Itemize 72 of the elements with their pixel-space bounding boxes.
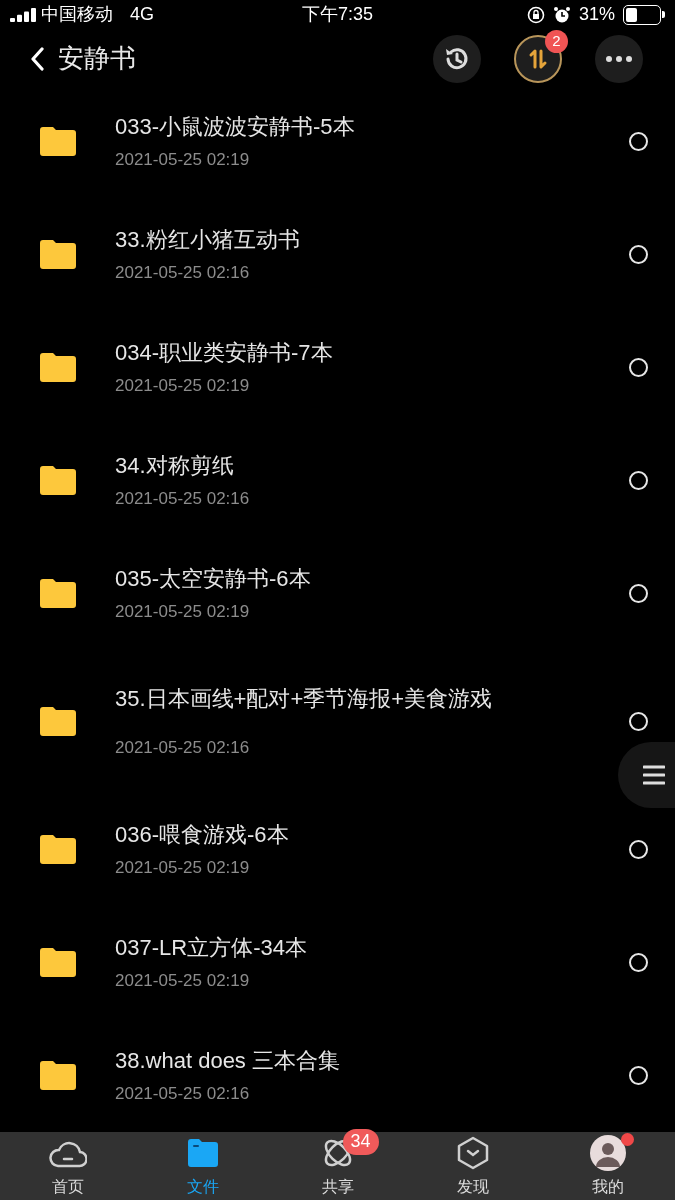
folder-name: 33.粉红小猪互动书 — [115, 226, 301, 254]
folder-name: 34.对称剪纸 — [115, 452, 235, 480]
folder-name: 035-太空安静书-6本 — [115, 565, 312, 593]
transfer-icon — [527, 47, 549, 70]
modified-date: 2021-05-25 02:19 — [115, 149, 251, 171]
alarm-icon — [552, 5, 571, 24]
folder-name: 034-职业类安静书-7本 — [115, 339, 334, 367]
transfer-button[interactable] — [514, 34, 562, 83]
tab-item[interactable]: 发现 — [405, 1131, 540, 1200]
folder-icon — [40, 578, 76, 609]
file-row[interactable]: 037-LR立方体-34本 2021-05-25 02:19 — [0, 905, 675, 1019]
modified-date: 2021-05-25 02:19 — [115, 375, 251, 397]
select-checkbox[interactable] — [629, 357, 648, 377]
folder-icon — [40, 706, 76, 737]
modified-date: 2021-05-25 02:16 — [115, 488, 251, 510]
carrier-name: 中国移动 — [41, 3, 113, 26]
tab-item[interactable]: 文件 — [135, 1131, 270, 1200]
file-row[interactable]: 34.对称剪纸 2021-05-25 02:16 — [0, 423, 675, 537]
folder-name: 35.日本画线+配对+季节海报+美食游戏 — [115, 685, 494, 713]
select-checkbox[interactable] — [629, 952, 648, 972]
file-row[interactable]: 33.粉红小猪互动书 2021-05-25 02:16 — [0, 197, 675, 311]
history-button[interactable] — [433, 34, 481, 83]
file-row[interactable]: 034-职业类安静书-7本 2021-05-25 02:19 — [0, 310, 675, 424]
page-title: 安静书 — [58, 42, 136, 76]
folder-icon — [185, 1137, 220, 1168]
modified-date: 2021-05-25 02:19 — [115, 970, 251, 992]
folder-icon — [40, 1060, 76, 1091]
tab-item[interactable]: 首页 — [0, 1131, 135, 1200]
select-checkbox[interactable] — [629, 244, 648, 264]
notification-badge: 2 — [545, 29, 568, 53]
select-checkbox[interactable] — [629, 1065, 648, 1085]
folder-name: 037-LR立方体-34本 — [115, 934, 308, 962]
folder-icon — [40, 239, 76, 270]
side-menu-button[interactable] — [618, 742, 675, 808]
file-row[interactable]: 033-小鼠波波安静书-5本 2021-05-25 02:19 — [0, 84, 675, 198]
folder-icon — [40, 352, 76, 383]
folder-name: 38.what does 三本合集 — [115, 1047, 341, 1075]
file-row[interactable]: 35.日本画线+配对+季节海报+美食游戏 2021-05-25 02:16 — [0, 649, 675, 793]
modified-date: 2021-05-25 02:19 — [115, 857, 251, 879]
modified-date: 2021-05-25 02:16 — [115, 737, 251, 759]
clock-time: 下午7:35 — [301, 3, 373, 26]
select-checkbox[interactable] — [629, 470, 648, 490]
select-checkbox[interactable] — [629, 711, 648, 731]
select-checkbox[interactable] — [629, 839, 648, 859]
network-type: 4G — [130, 3, 154, 26]
battery-icon — [623, 4, 665, 25]
back-button[interactable] — [30, 46, 44, 71]
folder-icon — [40, 465, 76, 496]
folder-name: 036-喂食游戏-6本 — [115, 821, 290, 849]
folder-icon — [40, 126, 76, 157]
select-checkbox[interactable] — [629, 131, 648, 151]
tab-item[interactable]: 我的 — [540, 1131, 675, 1200]
file-row[interactable]: 035-太空安静书-6本 2021-05-25 02:19 — [0, 536, 675, 650]
back-icon — [30, 46, 44, 71]
modified-date: 2021-05-25 02:16 — [115, 262, 251, 284]
folder-name: 033-小鼠波波安静书-5本 — [115, 113, 356, 141]
select-checkbox[interactable] — [629, 583, 648, 603]
folder-icon — [40, 834, 76, 865]
avatar-icon — [589, 1134, 626, 1171]
menu-icon — [642, 765, 665, 785]
battery-percent: 31% — [578, 3, 615, 26]
count-badge: 34 — [342, 1128, 379, 1155]
hexagon-icon — [456, 1135, 489, 1170]
file-row[interactable]: 036-喂食游戏-6本 2021-05-25 02:19 — [0, 792, 675, 906]
modified-date: 2021-05-25 02:16 — [115, 1083, 251, 1105]
more-button[interactable] — [595, 34, 643, 83]
folder-icon — [40, 947, 76, 978]
more-icon — [606, 55, 632, 62]
modified-date: 2021-05-25 02:19 — [115, 601, 251, 623]
rotation-lock-icon — [526, 5, 545, 24]
signal-icon — [10, 7, 36, 22]
tab-item[interactable]: 34 共享 — [270, 1131, 405, 1200]
